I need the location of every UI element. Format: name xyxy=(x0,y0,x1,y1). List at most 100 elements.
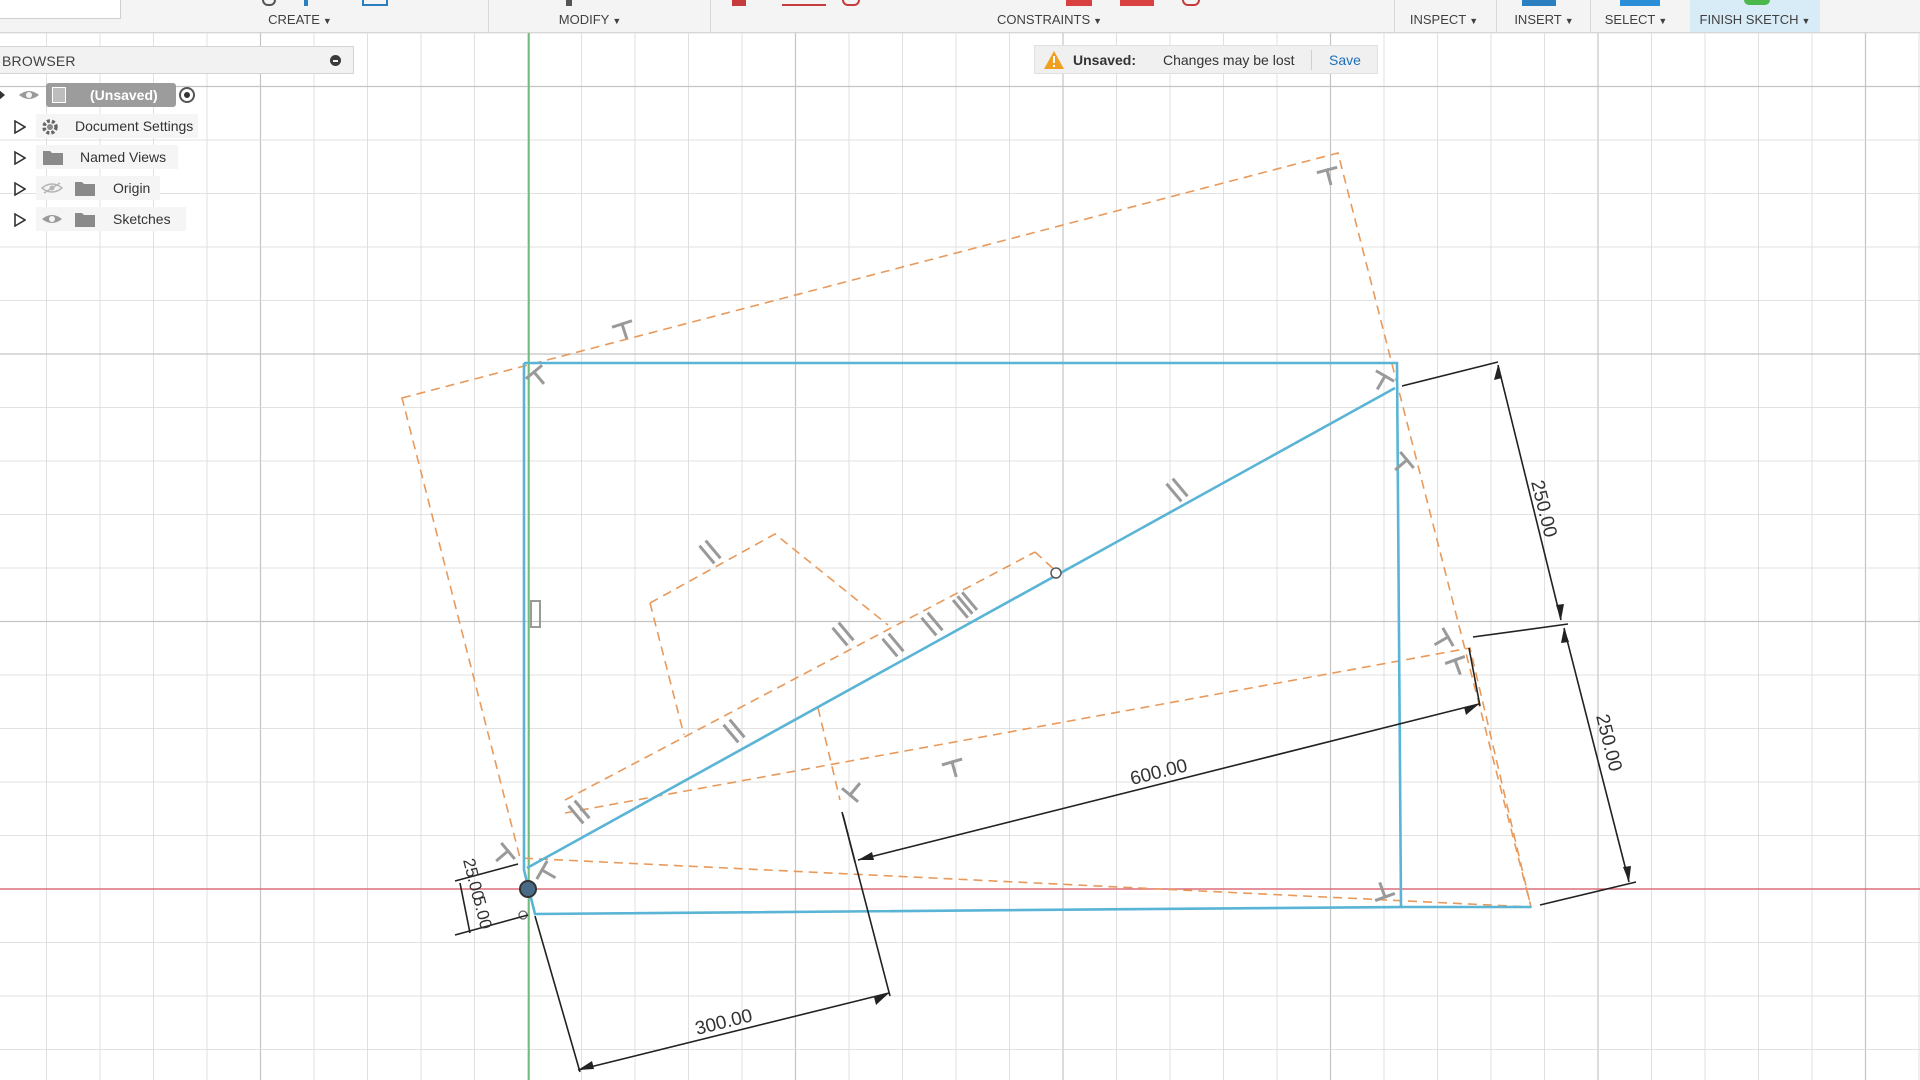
perpendicular-icon[interactable] xyxy=(535,860,559,885)
rectangle-icon xyxy=(362,0,388,6)
parallel-icon[interactable] xyxy=(920,611,944,637)
sketch-canvas[interactable]: 250.00 250.00 600.00 300.00 25.00 5.00 xyxy=(0,32,1920,1080)
parallel-icon[interactable] xyxy=(831,621,855,647)
select-text: SELECT xyxy=(1604,12,1656,27)
construction-geometry[interactable] xyxy=(401,152,1533,908)
perpendicular-icon[interactable] xyxy=(1316,165,1339,186)
constraints-text: CONSTRAINTS xyxy=(997,12,1091,27)
finish-sketch-button[interactable]: FINISH SKETCH ▼ xyxy=(1690,0,1820,32)
finish-sketch-text: FINISH SKETCH xyxy=(1699,12,1799,27)
expand-arrow-icon[interactable] xyxy=(14,151,26,165)
browser-item-label: Document Settings xyxy=(75,118,194,134)
constraints-label[interactable]: CONSTRAINTS ▼ xyxy=(720,12,1380,27)
parallel-icon[interactable] xyxy=(881,632,905,658)
select-menu[interactable]: SELECT ▼ xyxy=(1594,0,1678,32)
dimension-arrowheads xyxy=(578,365,1631,1070)
expand-arrow-icon[interactable] xyxy=(14,120,26,134)
dim-line-300[interactable] xyxy=(577,992,890,1071)
browser-title: BROWSER xyxy=(2,53,76,69)
perpendicular-icon[interactable] xyxy=(1444,654,1469,676)
checkmark-icon xyxy=(1744,0,1770,5)
toolbar-divider xyxy=(710,0,711,32)
perpendicular-icon[interactable] xyxy=(491,841,516,867)
browser-item-document-settings[interactable]: Document Settings xyxy=(0,114,200,138)
constraints-menu[interactable]: CONSTRAINTS ▼ xyxy=(720,0,1380,32)
select-label[interactable]: SELECT ▼ xyxy=(1594,12,1678,27)
perpendicular-icon[interactable] xyxy=(524,364,550,388)
inspect-label[interactable]: INSPECT ▼ xyxy=(1400,12,1488,27)
constraint-glyphs[interactable] xyxy=(491,165,1469,903)
browser-item-named-views[interactable]: Named Views xyxy=(0,145,200,169)
modify-menu[interactable]: MODIFY ▼ xyxy=(520,0,660,32)
trim-icon xyxy=(566,0,572,6)
collapse-panel-icon[interactable] xyxy=(330,55,341,66)
midpoint-marker[interactable] xyxy=(1050,567,1062,579)
unsaved-notification: Unsaved: Changes may be lost Save xyxy=(1034,45,1378,74)
select-icon xyxy=(1620,0,1660,6)
folder-icon xyxy=(75,213,95,227)
toolbar-divider xyxy=(488,0,489,32)
construction-triangle[interactable] xyxy=(564,647,1532,908)
perpendicular-icon[interactable] xyxy=(1390,450,1415,476)
insert-label[interactable]: INSERT ▼ xyxy=(1502,12,1586,27)
sketch-diagonal[interactable] xyxy=(526,386,1396,870)
create-menu[interactable]: CREATE ▼ xyxy=(226,0,388,32)
perpendicular-icon[interactable] xyxy=(941,757,964,778)
parallel-icon[interactable] xyxy=(951,591,979,619)
toolbar-divider xyxy=(1496,0,1497,32)
browser-item-sketches[interactable]: Sketches xyxy=(0,207,200,231)
activate-radio-icon[interactable] xyxy=(179,87,195,103)
perpendicular-icon[interactable] xyxy=(1372,881,1396,903)
origin-point[interactable] xyxy=(519,880,537,898)
perpendicular-icon[interactable] xyxy=(1370,369,1395,393)
finish-sketch-label[interactable]: FINISH SKETCH ▼ xyxy=(1690,12,1820,27)
browser-item-label: Sketches xyxy=(113,211,171,227)
parallel-icon[interactable] xyxy=(722,718,746,744)
toolbar-divider xyxy=(1590,0,1591,32)
expand-arrow-icon[interactable] xyxy=(14,213,26,227)
chevron-down-icon: ▼ xyxy=(1093,16,1103,26)
chevron-down-icon: ▼ xyxy=(1658,16,1668,26)
expand-arrow-icon[interactable] xyxy=(14,182,26,196)
construction-inner-side[interactable] xyxy=(649,602,685,736)
toolbar-divider xyxy=(1394,0,1395,32)
horizontal-constraint-icon xyxy=(782,0,826,6)
insert-text: INSERT xyxy=(1514,12,1562,27)
modify-label[interactable]: MODIFY ▼ xyxy=(520,12,660,27)
parallel-icon[interactable] xyxy=(698,539,722,565)
dim-label-250-upper[interactable]: 250.00 xyxy=(1526,478,1560,539)
eye-icon[interactable] xyxy=(18,89,40,101)
construction-inner-shape[interactable] xyxy=(649,533,889,626)
sketch-svg[interactable]: 250.00 250.00 600.00 300.00 25.00 5.00 xyxy=(0,32,1920,1080)
tangent-icon xyxy=(842,0,860,6)
dim-label-5[interactable]: 5.00 xyxy=(469,894,495,931)
sketch-rectangle[interactable] xyxy=(522,361,1403,916)
inspect-menu[interactable]: INSPECT ▼ xyxy=(1400,0,1488,32)
browser-item-origin[interactable]: Origin xyxy=(0,176,200,200)
eye-hidden-icon[interactable] xyxy=(41,182,63,194)
dimensions[interactable] xyxy=(454,361,1637,1073)
save-link[interactable]: Save xyxy=(1329,52,1361,68)
construction-inner-drop[interactable] xyxy=(817,707,841,801)
coincident-icon xyxy=(732,0,746,6)
browser-root-node[interactable]: (Unsaved) xyxy=(0,83,200,107)
parallel-icon[interactable] xyxy=(567,799,591,825)
dim-label-250-lower[interactable]: 250.00 xyxy=(1591,712,1625,773)
perpendicular-icon[interactable] xyxy=(611,319,634,340)
sketch-geometry[interactable] xyxy=(522,361,1531,916)
toolbar-search-box[interactable] xyxy=(0,0,121,19)
line-icon xyxy=(304,0,308,6)
browser-panel-header[interactable]: BROWSER xyxy=(0,46,354,74)
vertical-constraint-icon[interactable] xyxy=(530,600,541,628)
inspect-text: INSPECT xyxy=(1409,12,1467,27)
browser-item-label: Origin xyxy=(113,180,151,196)
perpendicular-icon[interactable] xyxy=(1431,627,1455,652)
document-icon xyxy=(52,87,66,103)
create-label[interactable]: CREATE ▼ xyxy=(226,12,374,27)
construction-line-upper[interactable] xyxy=(564,551,1036,801)
construction-rectangle-outer[interactable] xyxy=(401,152,1533,908)
expand-arrow-icon[interactable] xyxy=(0,89,5,101)
eye-icon[interactable] xyxy=(41,213,63,225)
insert-menu[interactable]: INSERT ▼ xyxy=(1502,0,1586,32)
modify-text: MODIFY xyxy=(558,12,610,27)
